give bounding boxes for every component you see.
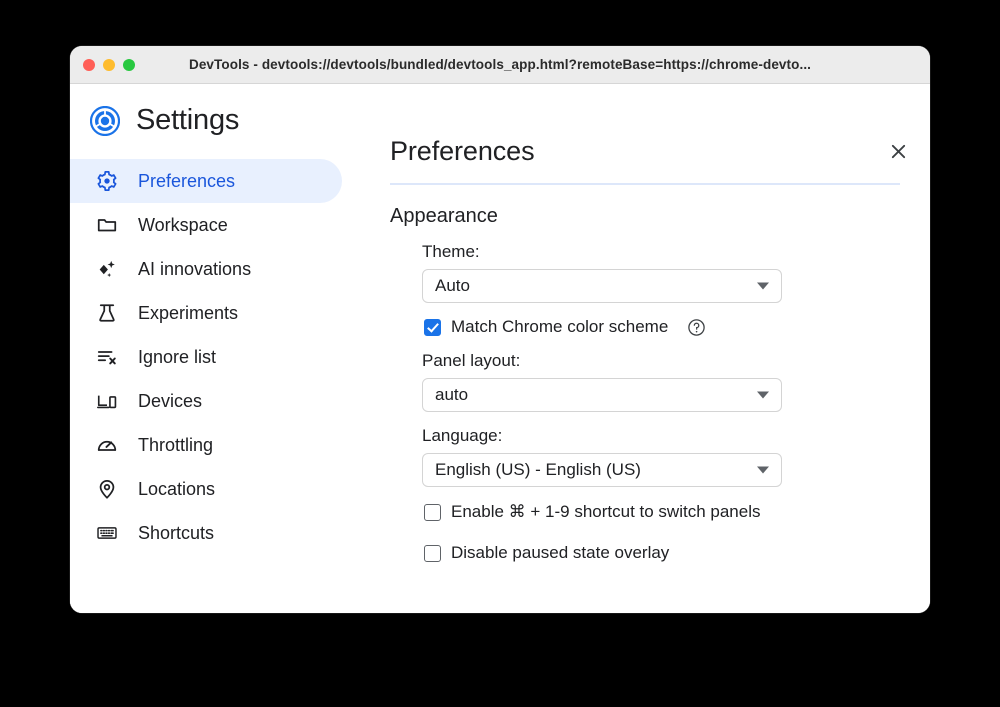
sidebar-item-shortcuts[interactable]: Shortcuts [70, 511, 342, 555]
title-divider [390, 183, 900, 185]
gauge-icon [96, 434, 118, 456]
match-chrome-color-scheme-checkbox[interactable] [424, 319, 441, 336]
sidebar-item-label: Experiments [138, 304, 238, 322]
sidebar-item-label: Throttling [138, 436, 213, 454]
sidebar-item-throttling[interactable]: Throttling [70, 423, 342, 467]
window-title: DevTools - devtools://devtools/bundled/d… [70, 57, 930, 72]
devtools-window: DevTools - devtools://devtools/bundled/d… [70, 46, 930, 613]
flask-icon [96, 302, 118, 324]
theme-label: Theme: [422, 242, 930, 262]
chevron-down-icon [757, 392, 769, 399]
sidebar-item-label: Shortcuts [138, 524, 214, 542]
page-title: Preferences [390, 106, 930, 167]
theme-select[interactable]: Auto [422, 269, 782, 303]
sidebar-item-experiments[interactable]: Experiments [70, 291, 342, 335]
close-window-button[interactable] [83, 59, 95, 71]
sidebar-item-workspace[interactable]: Workspace [70, 203, 342, 247]
disable-paused-overlay-row[interactable]: Disable paused state overlay [424, 544, 930, 563]
panel-layout-field: Panel layout: auto [422, 351, 930, 412]
language-field: Language: English (US) - English (US) [422, 426, 930, 487]
sidebar-item-label: Workspace [138, 216, 228, 234]
sidebar-item-label: Preferences [138, 172, 235, 190]
section-heading-appearance: Appearance [390, 205, 930, 228]
sidebar-item-ignore-list[interactable]: Ignore list [70, 335, 342, 379]
window-titlebar: DevTools - devtools://devtools/bundled/d… [70, 46, 930, 84]
disable-paused-overlay-checkbox[interactable] [424, 545, 441, 562]
language-label: Language: [422, 426, 930, 446]
sidebar-item-devices[interactable]: Devices [70, 379, 342, 423]
chrome-devtools-logo-icon [90, 106, 120, 136]
panel-layout-select[interactable]: auto [422, 378, 782, 412]
settings-title: Settings [136, 104, 239, 137]
sidebar-item-preferences[interactable]: Preferences [70, 159, 342, 203]
panel-layout-select-value: auto [435, 385, 468, 405]
match-chrome-color-scheme-label: Match Chrome color scheme [451, 318, 668, 337]
chevron-down-icon [757, 283, 769, 290]
keyboard-icon [96, 522, 118, 544]
theme-field: Theme: Auto [422, 242, 930, 303]
panel-layout-label: Panel layout: [422, 351, 930, 371]
traffic-lights [83, 46, 135, 83]
sidebar-item-label: Ignore list [138, 348, 216, 366]
preferences-pane: Preferences Appearance Theme: Auto Match… [370, 84, 930, 613]
sidebar-item-label: Devices [138, 392, 202, 410]
sidebar-item-locations[interactable]: Locations [70, 467, 342, 511]
enable-shortcut-row[interactable]: Enable ⌘ + 1-9 shortcut to switch panels [424, 503, 930, 522]
sparkle-icon [96, 258, 118, 280]
screen: DevTools - devtools://devtools/bundled/d… [0, 0, 1000, 707]
window-body: Settings Preferences [70, 84, 930, 613]
minimize-window-button[interactable] [103, 59, 115, 71]
sidebar-item-ai-innovations[interactable]: AI innovations [70, 247, 342, 291]
enable-shortcut-label: Enable ⌘ + 1-9 shortcut to switch panels [451, 503, 760, 522]
chevron-down-icon [757, 467, 769, 474]
language-select-value: English (US) - English (US) [435, 460, 641, 480]
sidebar-item-label: AI innovations [138, 260, 251, 278]
match-chrome-color-scheme-row[interactable]: Match Chrome color scheme [424, 317, 930, 337]
location-pin-icon [96, 478, 118, 500]
theme-select-value: Auto [435, 276, 470, 296]
sidebar-item-label: Locations [138, 480, 215, 498]
close-settings-button[interactable] [886, 142, 910, 166]
folder-icon [96, 214, 118, 236]
enable-shortcut-checkbox[interactable] [424, 504, 441, 521]
close-icon [889, 142, 908, 166]
gear-icon [96, 170, 118, 192]
sidebar-brand: Settings [70, 104, 370, 137]
help-circle-icon[interactable] [686, 317, 706, 337]
list-x-icon [96, 346, 118, 368]
zoom-window-button[interactable] [123, 59, 135, 71]
language-select[interactable]: English (US) - English (US) [422, 453, 782, 487]
disable-paused-overlay-label: Disable paused state overlay [451, 544, 669, 563]
settings-sidebar: Settings Preferences [70, 84, 370, 613]
devices-icon [96, 390, 118, 412]
